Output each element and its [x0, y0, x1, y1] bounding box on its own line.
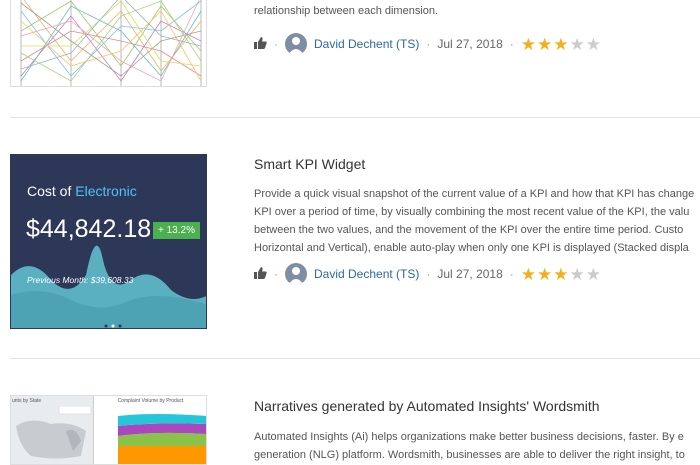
avatar-icon[interactable]: [285, 263, 307, 285]
separator: ·: [509, 37, 514, 51]
star-icon[interactable]: ★: [553, 266, 568, 283]
item-title[interactable]: Narratives generated by Automated Insigh…: [254, 398, 600, 414]
star-icon[interactable]: ★: [570, 36, 585, 53]
dashboard-item-3: unts by State Complaint Volume by Produc…: [0, 359, 700, 465]
item-date: Jul 27, 2018: [437, 37, 503, 51]
item-meta: · David Dechent (TS) · Jul 27, 2018 · ★ ★…: [254, 32, 601, 56]
area-chart-title: Complaint Volume by Product: [117, 398, 184, 404]
star-icon[interactable]: ★: [586, 266, 601, 283]
star-icon[interactable]: ★: [570, 266, 585, 283]
map-panel-title: unts by State: [12, 398, 42, 404]
star-icon[interactable]: ★: [537, 266, 552, 283]
avatar-icon[interactable]: [285, 33, 307, 55]
item-description: Automated Insights (Ai) helps organizati…: [254, 428, 700, 464]
description-line: Automated Insights (Ai) helps organizati…: [254, 431, 684, 443]
author-link[interactable]: David Dechent (TS): [314, 267, 419, 281]
separator: ·: [426, 37, 431, 51]
star-rating[interactable]: ★ ★ ★ ★ ★: [521, 266, 601, 283]
item-description: relationship between each dimension.: [254, 2, 700, 20]
description-line: KPI over a period of time, by visually c…: [254, 206, 690, 218]
thumbnail-parallel-coordinates[interactable]: [10, 0, 207, 87]
parallel-coordinates-image: [20, 0, 202, 86]
description-line: relationship between each dimension.: [254, 5, 439, 17]
dashboard-item-1: relationship between each dimension. · D…: [0, 0, 700, 118]
stacked-area-image: [118, 414, 206, 464]
thumbs-up-icon[interactable]: [254, 266, 267, 282]
item-date: Jul 27, 2018: [437, 267, 503, 281]
item-meta: · David Dechent (TS) · Jul 27, 2018 · ★ ★…: [254, 262, 601, 286]
item-description: Provide a quick visual snapshot of the c…: [254, 185, 700, 257]
star-icon[interactable]: ★: [537, 36, 552, 53]
description-line: Horizontal and Vertical), enable auto-pl…: [254, 242, 689, 254]
separator: ·: [426, 267, 431, 281]
star-icon[interactable]: ★: [553, 36, 568, 53]
dashboard-item-2: Cost of Electronic $44,842.18 + 13.2% Pr…: [0, 118, 700, 358]
description-line: Provide a quick visual snapshot of the c…: [254, 188, 695, 200]
separator: ·: [274, 267, 278, 281]
thumbs-up-icon[interactable]: [254, 36, 267, 52]
star-rating[interactable]: ★ ★ ★ ★ ★: [521, 36, 601, 53]
separator: ·: [509, 267, 514, 281]
star-icon[interactable]: ★: [521, 36, 536, 53]
description-line: generation (NLG) platform. Wordsmith, bu…: [254, 449, 685, 461]
description-line: between the two values, and the movement…: [254, 224, 684, 236]
thumbnail-kpi-widget[interactable]: Cost of Electronic $44,842.18 + 13.2% Pr…: [10, 154, 207, 329]
separator: ·: [274, 37, 278, 51]
map-image: [16, 406, 92, 459]
item-title[interactable]: Smart KPI Widget: [254, 156, 365, 172]
kpi-previous: Previous Month: $39,608.33: [27, 275, 134, 285]
author-link[interactable]: David Dechent (TS): [314, 37, 419, 51]
kpi-wave-chart: [11, 245, 206, 328]
star-icon[interactable]: ★: [586, 36, 601, 53]
star-icon[interactable]: ★: [521, 266, 536, 283]
